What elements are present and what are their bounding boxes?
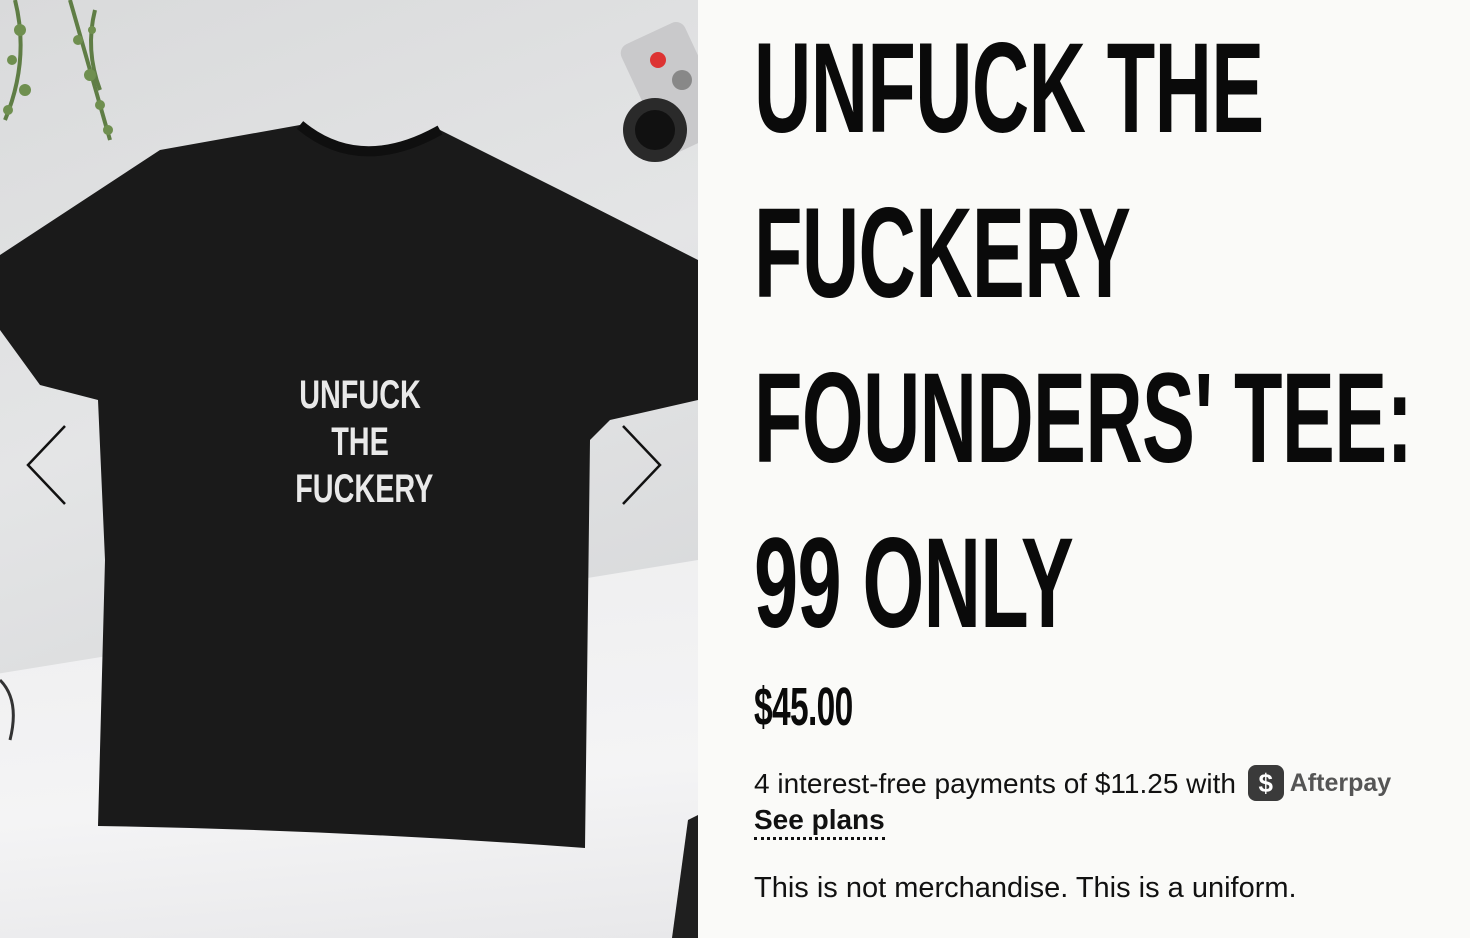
see-plans-link[interactable]: See plans: [754, 803, 885, 840]
product-description: This is not merchandise. This is a unifo…: [754, 872, 1297, 904]
shirt-print: UNFUCK THE FUCKERY: [270, 372, 450, 513]
product-image-gallery: UNFUCK THE FUCKERY: [0, 0, 698, 938]
chevron-right-icon: [622, 425, 662, 505]
product-price: $45.00: [754, 677, 853, 737]
plant-decoration: [3, 0, 112, 141]
afterpay-installments: 4 interest-free payments of $11.25 with …: [754, 764, 1454, 806]
product-title-line-1: UNFUCK THE: [754, 17, 1264, 160]
product-title-line-4: 99 ONLY: [754, 512, 1074, 655]
shirt-print-line-3: FUCKERY: [295, 467, 434, 511]
product-info: UNFUCK THE FUCKERY FOUNDERS' TEE: 99 ONL…: [754, 0, 1470, 904]
afterpay-brand: Afterpay: [1289, 768, 1392, 797]
afterpay-logo-icon: $: [1247, 764, 1284, 801]
product-title-line-2: FUCKERY: [754, 182, 1131, 325]
next-image-button[interactable]: [618, 420, 668, 510]
chevron-left-icon: [26, 425, 66, 505]
previous-image-button[interactable]: [20, 420, 70, 510]
camera-decoration: [620, 22, 698, 162]
afterpay-text: 4 interest-free payments of $11.25 with: [754, 768, 1236, 799]
product-title: UNFUCK THE FUCKERY FOUNDERS' TEE: 99 ONL…: [754, 0, 1470, 666]
shirt-print-line-2: THE: [331, 420, 389, 464]
product-title-line-3: FOUNDERS' TEE:: [754, 347, 1413, 490]
shirt-print-line-1: UNFUCK: [299, 373, 421, 417]
